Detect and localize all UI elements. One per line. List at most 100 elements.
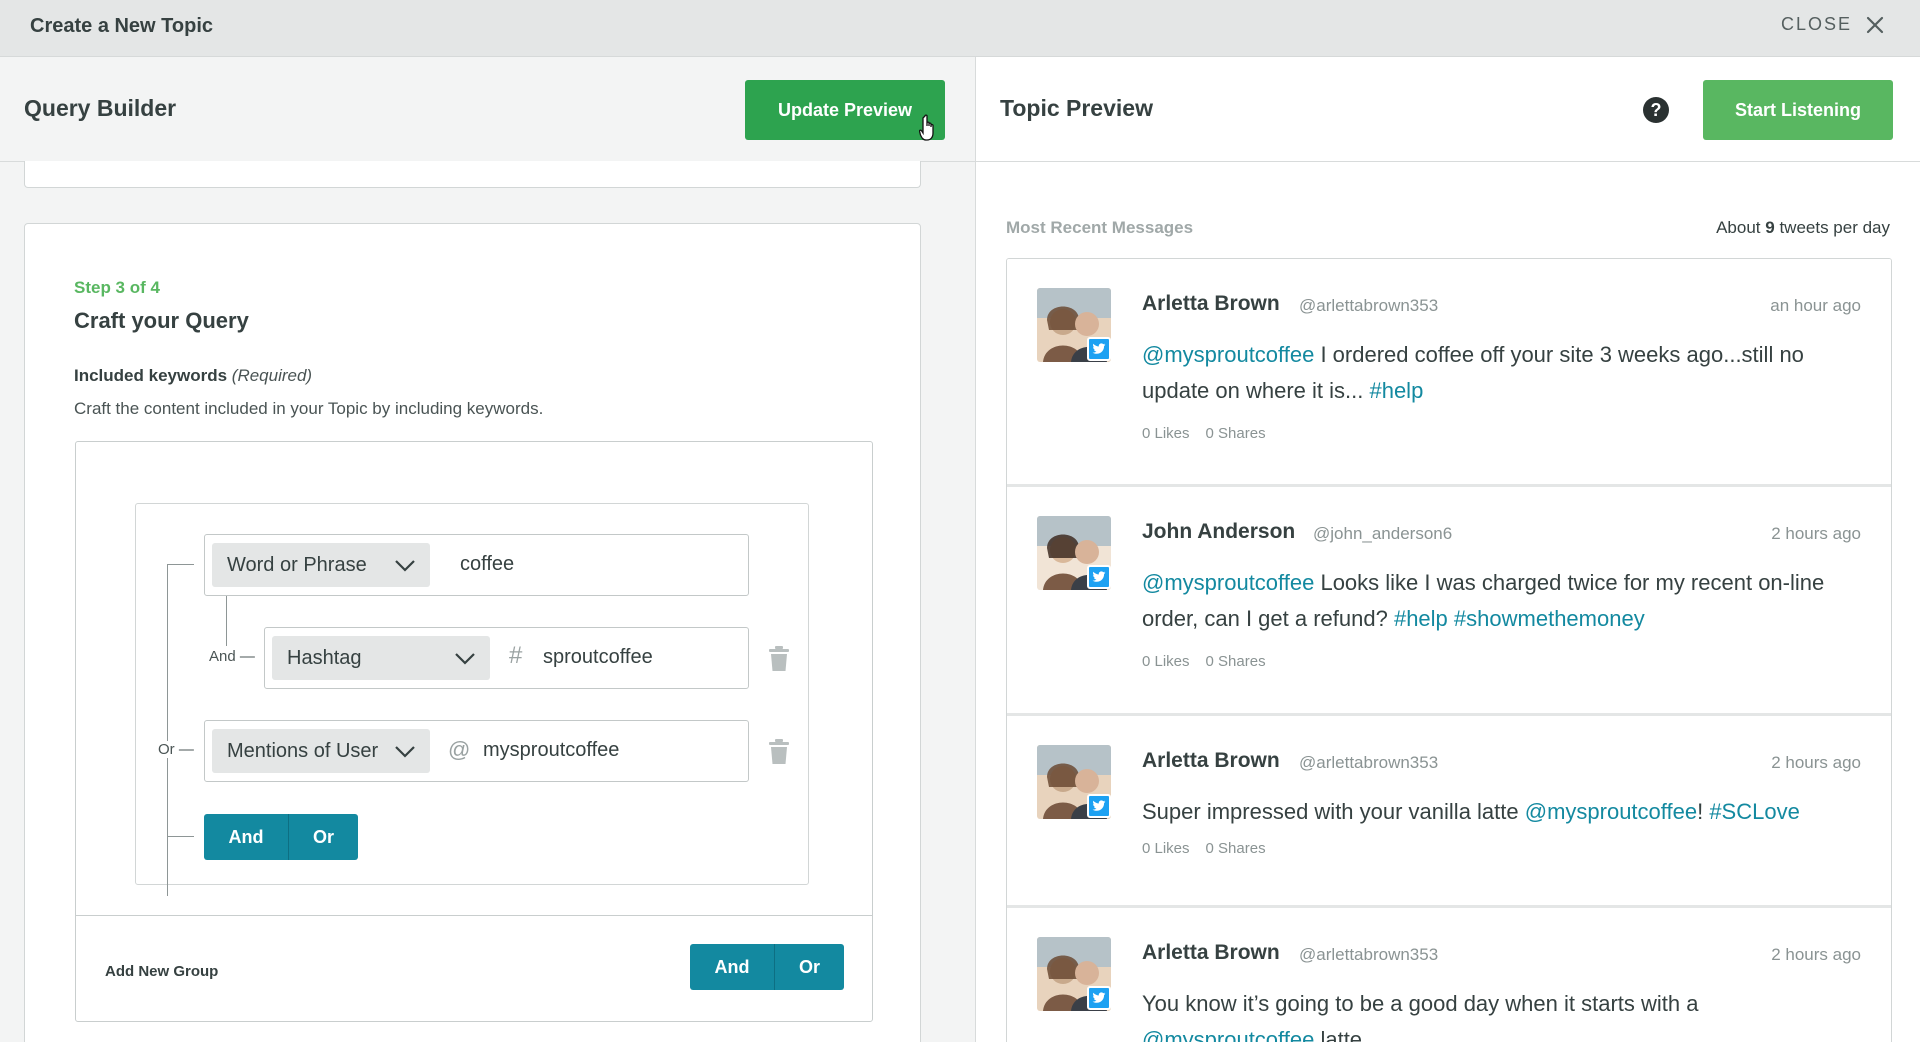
- and-connector-line: [226, 596, 227, 646]
- mention-link[interactable]: @mysproutcoffee: [1142, 342, 1314, 367]
- message-handle[interactable]: @arlettabrown353: [1299, 296, 1438, 316]
- message-text: @mysproutcoffee I ordered coffee off you…: [1142, 337, 1862, 409]
- group-or-button[interactable]: Or: [288, 814, 358, 860]
- close-label: CLOSE: [1780, 14, 1852, 34]
- update-preview-button[interactable]: Update Preview: [745, 80, 945, 140]
- likes-count: 0 Likes: [1142, 653, 1190, 670]
- close-icon: [1866, 16, 1884, 33]
- message-time: 2 hours ago: [1771, 524, 1861, 543]
- message-text-segment: latte: [1314, 1027, 1363, 1042]
- keyword-type-value: Hashtag: [287, 646, 362, 669]
- or-connector-line: [167, 564, 168, 896]
- message-text-segment: You know it’s going to be a good day whe…: [1142, 991, 1699, 1016]
- group-and-button[interactable]: And: [204, 814, 288, 860]
- most-recent-messages-label: Most Recent Messages: [1006, 218, 1194, 237]
- keyword-input[interactable]: coffee: [460, 553, 514, 576]
- shares-count: 0 Shares: [1205, 840, 1266, 857]
- message-time: an hour ago: [1770, 296, 1861, 315]
- add-new-group-label: Add New Group: [105, 963, 219, 980]
- message-handle[interactable]: @arlettabrown353: [1299, 753, 1438, 773]
- message-handle[interactable]: @john_anderson6: [1313, 524, 1452, 544]
- topic-preview-title: Topic Preview: [1000, 95, 1153, 121]
- message-text: @mysproutcoffee Looks like I was charged…: [1142, 565, 1862, 637]
- keyword-type-select[interactable]: Hashtag: [272, 636, 490, 680]
- add-group-operator-buttons: And Or: [690, 944, 844, 990]
- likes-count: 0 Likes: [1142, 425, 1190, 442]
- trash-icon[interactable]: [768, 646, 790, 672]
- hashtag-link[interactable]: #help: [1394, 606, 1448, 631]
- modal-title: Create a New Topic: [30, 15, 214, 37]
- message-text-segment: Super impressed with your vanilla latte: [1142, 799, 1525, 824]
- topic-preview-header: Topic Preview ? Start Listening: [976, 57, 1920, 162]
- twitter-icon: [1087, 337, 1111, 361]
- trash-icon[interactable]: [768, 739, 790, 765]
- message-text: You know it’s going to be a good day whe…: [1142, 986, 1862, 1042]
- start-listening-button[interactable]: Start Listening: [1703, 80, 1893, 140]
- included-keywords-label: Included keywords (Required): [74, 366, 313, 385]
- message-feed: Arletta Brown @arlettabrown353 an hour a…: [1006, 258, 1892, 1042]
- hand-cursor-icon: [919, 114, 934, 141]
- twitter-icon: [1087, 565, 1111, 589]
- mention-link[interactable]: @mysproutcoffee: [1525, 799, 1697, 824]
- message-stats: 0 Likes 0 Shares: [1142, 425, 1266, 442]
- keyword-row-hashtag: Hashtag # sproutcoffee: [264, 627, 749, 689]
- message-author[interactable]: Arletta Brown: [1142, 941, 1280, 965]
- hashtag-link[interactable]: #help: [1369, 378, 1423, 403]
- message-card: Arletta Brown @arlettabrown353 2 hours a…: [1007, 908, 1891, 1042]
- message-card: Arletta Brown @arlettabrown353 2 hours a…: [1007, 716, 1891, 908]
- at-sign-icon: @: [448, 737, 471, 762]
- twitter-icon: [1087, 794, 1111, 818]
- keyword-type-value: Mentions of User: [227, 739, 379, 762]
- hashtag-icon: #: [509, 642, 523, 669]
- message-text-segment: !: [1697, 799, 1710, 824]
- keyword-row-mention: Mentions of User @ mysproutcoffee: [204, 720, 749, 782]
- tweet-rate: About 9 tweets per day: [1716, 218, 1890, 237]
- chevron-down-icon: [455, 653, 475, 665]
- query-box-divider: [76, 915, 872, 916]
- tweet-rate-count: 9: [1765, 218, 1775, 237]
- query-box: And — Or — Word or Phrase coffee Hashtag: [75, 441, 873, 1022]
- shares-count: 0 Shares: [1205, 425, 1266, 442]
- message-stats: 0 Likes 0 Shares: [1142, 840, 1266, 857]
- step-indicator: Step 3 of 4: [74, 278, 160, 297]
- message-stats: 0 Likes 0 Shares: [1142, 653, 1266, 670]
- message-card: John Anderson @john_anderson6 2 hours ag…: [1007, 487, 1891, 716]
- previous-step-card: [24, 161, 921, 188]
- hashtag-link[interactable]: #showmethemoney: [1454, 606, 1645, 631]
- close-button[interactable]: CLOSE: [1781, 14, 1884, 35]
- chevron-down-icon: [395, 746, 415, 758]
- topic-preview-pane: Topic Preview ? Start Listening Most Rec…: [975, 57, 1920, 1042]
- keyword-type-value: Word or Phrase: [227, 553, 367, 576]
- or-connector-label: Or —: [156, 741, 196, 758]
- message-author[interactable]: Arletta Brown: [1142, 292, 1280, 316]
- keyword-row-word: Word or Phrase coffee: [204, 534, 749, 596]
- or-connector-top-tick: [167, 564, 194, 565]
- likes-count: 0 Likes: [1142, 840, 1190, 857]
- keyword-type-select[interactable]: Word or Phrase: [212, 543, 430, 587]
- query-builder-pane: Query Builder Update Preview Step 3 of 4…: [0, 57, 975, 1042]
- keyword-input[interactable]: mysproutcoffee: [483, 739, 619, 762]
- modal-titlebar: Create a New Topic CLOSE: [0, 0, 1920, 57]
- help-icon[interactable]: ?: [1643, 97, 1669, 123]
- included-keywords-description: Craft the content included in your Topic…: [74, 399, 544, 418]
- keyword-input[interactable]: sproutcoffee: [543, 646, 653, 669]
- query-builder-title: Query Builder: [24, 95, 177, 121]
- chevron-down-icon: [395, 560, 415, 572]
- add-and-group-button[interactable]: And: [690, 944, 774, 990]
- add-or-group-button[interactable]: Or: [774, 944, 844, 990]
- or-connector-bottom-tick: [167, 836, 194, 837]
- craft-query-card: Step 3 of 4 Craft your Query Included ke…: [24, 223, 921, 1042]
- message-author[interactable]: Arletta Brown: [1142, 749, 1280, 773]
- query-builder-header: Query Builder Update Preview: [0, 57, 975, 162]
- keyword-type-select[interactable]: Mentions of User: [212, 729, 430, 773]
- hashtag-link[interactable]: #SCLove: [1709, 799, 1800, 824]
- shares-count: 0 Shares: [1205, 653, 1266, 670]
- mention-link[interactable]: @mysproutcoffee: [1142, 1027, 1314, 1042]
- message-time: 2 hours ago: [1771, 945, 1861, 964]
- message-card: Arletta Brown @arlettabrown353 an hour a…: [1007, 259, 1891, 487]
- keyword-group: And — Or — Word or Phrase coffee Hashtag: [135, 503, 809, 896]
- mention-link[interactable]: @mysproutcoffee: [1142, 570, 1314, 595]
- message-handle[interactable]: @arlettabrown353: [1299, 945, 1438, 965]
- required-label: (Required): [231, 366, 313, 385]
- message-author[interactable]: John Anderson: [1142, 520, 1295, 544]
